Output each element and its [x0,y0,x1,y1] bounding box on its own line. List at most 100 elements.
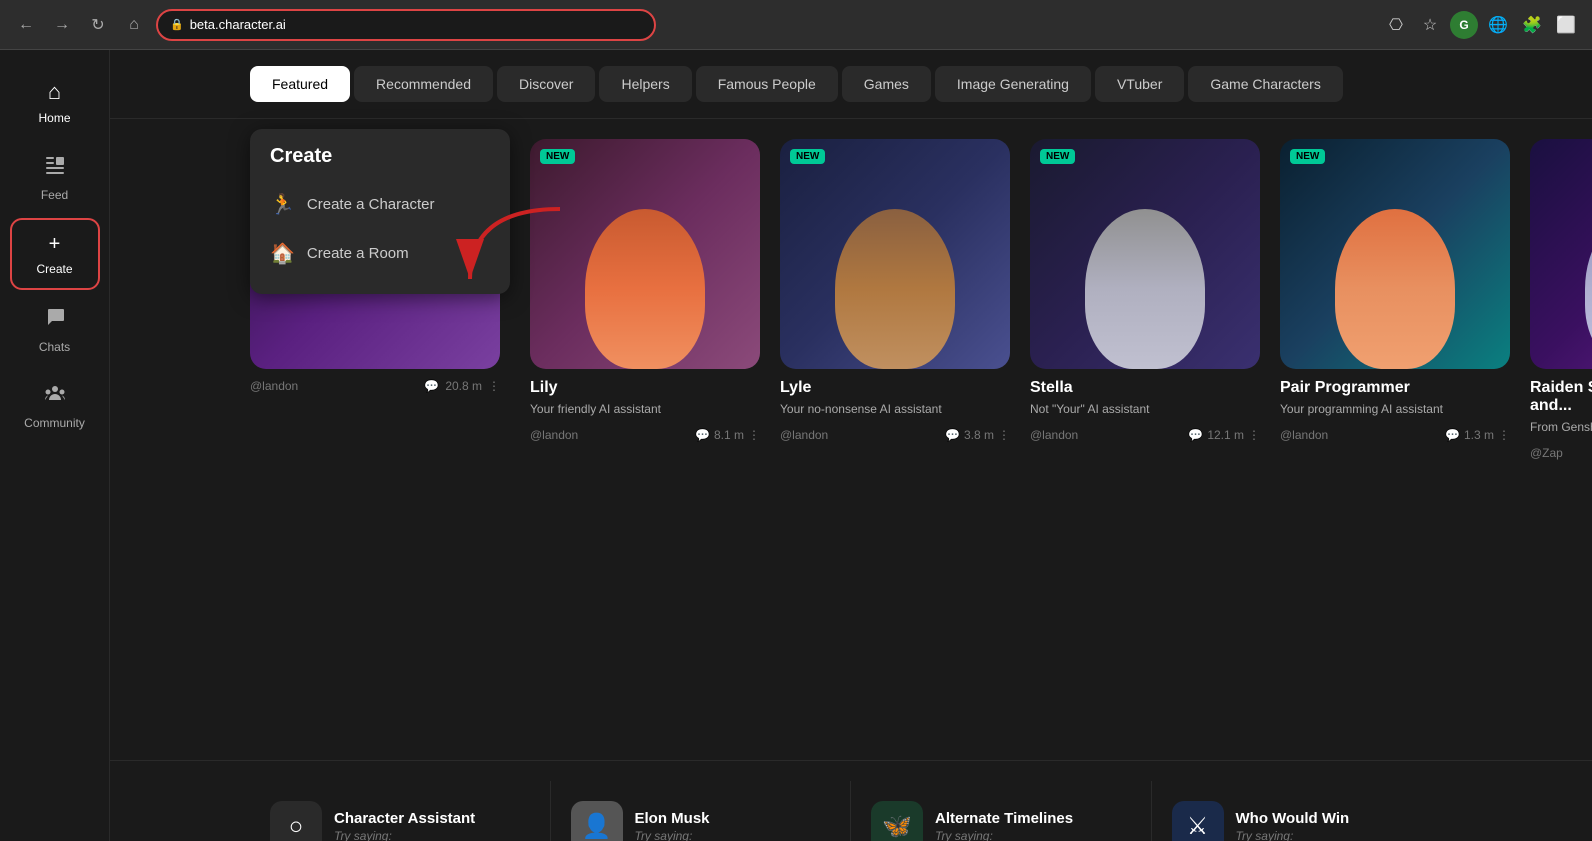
characters-section: Create 🏃 Create a Character 🏠 Create a R… [110,119,1592,480]
char-author-text-pair: @landon [1280,428,1328,442]
create-character-option[interactable]: 🏃 Create a Character [250,180,510,229]
address-bar[interactable]: 🔒 beta.character.ai [156,9,656,41]
chat-num-lily: 8.1 m [714,428,744,442]
url-text: beta.character.ai [190,17,286,32]
chat-count-pair: 💬 1.3 m ⋮ [1445,428,1510,442]
suggestion-title-char-assistant: Character Assistant [334,810,475,827]
char-author-lyle: @landon [780,428,828,442]
char-name-lyle: Lyle [780,379,1010,397]
browser-chrome: ← → ↻ ⌂ 🔒 beta.character.ai ⎔ ☆ G 🌐 🧩 ⬜ [0,0,1592,50]
sidebar-item-community[interactable]: Community [10,370,100,442]
suggestion-subtitle-who-would-win: Try saying: [1236,829,1350,841]
sidebar-item-feed[interactable]: Feed [10,142,100,214]
tab-image-gen[interactable]: Image Generating [935,66,1091,102]
avatar-pair: NEW [1280,139,1510,369]
suggestion-subtitle-elon-musk: Try saying: [635,829,710,841]
avatar-stella: NEW [1030,139,1260,369]
forward-button[interactable]: → [48,11,76,39]
chat-icon-lyle: 💬 [945,428,960,442]
back-button[interactable]: ← [12,11,40,39]
sidebar-label-chats: Chats [39,340,70,354]
char-author-text-stella: @landon [1030,428,1078,442]
chat-num-stella: 12.1 m [1207,428,1244,442]
lily-partial-meta: @landon 💬 20.8 m ⋮ [250,379,500,393]
sidebar-item-chats[interactable]: Chats [10,294,100,366]
sidebar-label-feed: Feed [41,188,68,202]
char-meta-lily: @landon 💬 8.1 m ⋮ [530,428,760,442]
sidebar: ⌂ Home Feed + Create [0,50,110,841]
community-icon [44,382,66,410]
char-name-raiden: Raiden Shogun and... [1530,379,1592,415]
tab-famous[interactable]: Famous People [696,66,838,102]
create-room-icon: 🏠 [270,241,295,266]
character-card-pair[interactable]: NEW Pair Programmer Your programming AI … [1280,139,1510,460]
feed-icon [44,154,66,182]
globe-button[interactable]: 🌐 [1484,11,1512,39]
tab-vtuber[interactable]: VTuber [1095,66,1184,102]
tab-featured[interactable]: Featured [250,66,350,102]
char-meta-lyle: @landon 💬 3.8 m ⋮ [780,428,1010,442]
more-btn-lyle[interactable]: ⋮ [998,428,1010,442]
char-name-lily: Lily [530,379,760,397]
chat-num-pair: 1.3 m [1464,428,1494,442]
create-room-option[interactable]: 🏠 Create a Room [250,229,510,278]
tab-recommended[interactable]: Recommended [354,66,493,102]
suggestions-section: ○ Character Assistant Try saying: "What … [110,760,1592,841]
bookmark-button[interactable]: ☆ [1416,11,1444,39]
char-author-lily: @landon [530,428,578,442]
character-card-lily[interactable]: NEW Lily Your friendly AI assistant @lan… [530,139,760,460]
home-button[interactable]: ⌂ [120,11,148,39]
chat-icon-stella: 💬 [1188,428,1203,442]
suggestion-title-wrap-who-would-win: Who Would Win Try saying: [1236,810,1350,841]
sidebar-item-home[interactable]: ⌂ Home [10,66,100,138]
suggestion-card-elon-musk[interactable]: 👤 Elon Musk Try saying: "If you could go… [551,781,852,841]
suggestion-card-alt-timelines[interactable]: 🦋 Alternate Timelines Try saying: "Make … [851,781,1152,841]
lily-partial-more[interactable]: ⋮ [488,379,500,393]
suggestion-title-alt-timelines: Alternate Timelines [935,810,1073,827]
char-name-stella: Stella [1030,379,1260,397]
suggestion-avatar-alt-timelines: 🦋 [871,801,923,841]
tab-game-chars[interactable]: Game Characters [1188,66,1342,102]
more-btn-stella[interactable]: ⋮ [1248,428,1260,442]
sidebar-label-create: Create [36,262,72,276]
lock-icon: 🔒 [170,18,184,31]
share-button[interactable]: ⎔ [1382,11,1410,39]
chat-num-lyle: 3.8 m [964,428,994,442]
create-character-label: Create a Character [307,196,435,213]
suggestion-card-who-would-win[interactable]: ⚔ Who Would Win Try saying: "Batman vs S… [1152,781,1453,841]
suggestion-title-wrap-char-assistant: Character Assistant Try saying: [334,810,475,841]
char-author-raiden: @Zap [1530,446,1563,460]
sidebar-item-create[interactable]: + Create [10,218,100,290]
lily-partial-chat-icon: 💬 [424,379,439,393]
char-name-pair: Pair Programmer [1280,379,1510,397]
suggestion-avatar-char-assistant: ○ [270,801,322,841]
sidebar-label-home: Home [38,111,70,125]
new-badge: NEW [790,149,825,164]
avatar-lily: NEW [530,139,760,369]
suggestion-avatar-elon-musk: 👤 [571,801,623,841]
chats-icon [44,306,66,334]
char-meta-pair: @landon 💬 1.3 m ⋮ [1280,428,1510,442]
face-pair [1335,209,1455,369]
character-card-lyle[interactable]: NEW Lyle Your no-nonsense AI assistant @… [780,139,1010,460]
char-author-text-raiden: @Zap [1530,446,1563,460]
tab-helpers[interactable]: Helpers [599,66,691,102]
tab-discover[interactable]: Discover [497,66,595,102]
app-container: ⌂ Home Feed + Create [0,50,1592,841]
suggestion-title-wrap-alt-timelines: Alternate Timelines Try saying: [935,810,1073,841]
create-icon: + [49,233,61,256]
tab-games[interactable]: Games [842,66,931,102]
lily-partial-author: @landon [250,379,298,393]
suggestion-avatar-who-would-win: ⚔ [1172,801,1224,841]
suggestion-card-char-assistant[interactable]: ○ Character Assistant Try saying: "What … [250,781,551,841]
extensions-button[interactable]: 🧩 [1518,11,1546,39]
character-card-stella[interactable]: NEW Stella Not "Your" AI assistant @land… [1030,139,1260,460]
char-meta-raiden: @Zap 💬 114.9 m ⋮ [1530,446,1592,460]
reload-button[interactable]: ↻ [84,11,112,39]
window-button[interactable]: ⬜ [1552,11,1580,39]
character-card-raiden[interactable]: Raiden Shogun and... From Genshin Impact… [1530,139,1592,460]
more-btn-lily[interactable]: ⋮ [748,428,760,442]
more-btn-pair[interactable]: ⋮ [1498,428,1510,442]
create-dropdown: Create 🏃 Create a Character 🏠 Create a R… [250,129,510,294]
lily-partial-chats: 20.8 m [445,379,482,393]
